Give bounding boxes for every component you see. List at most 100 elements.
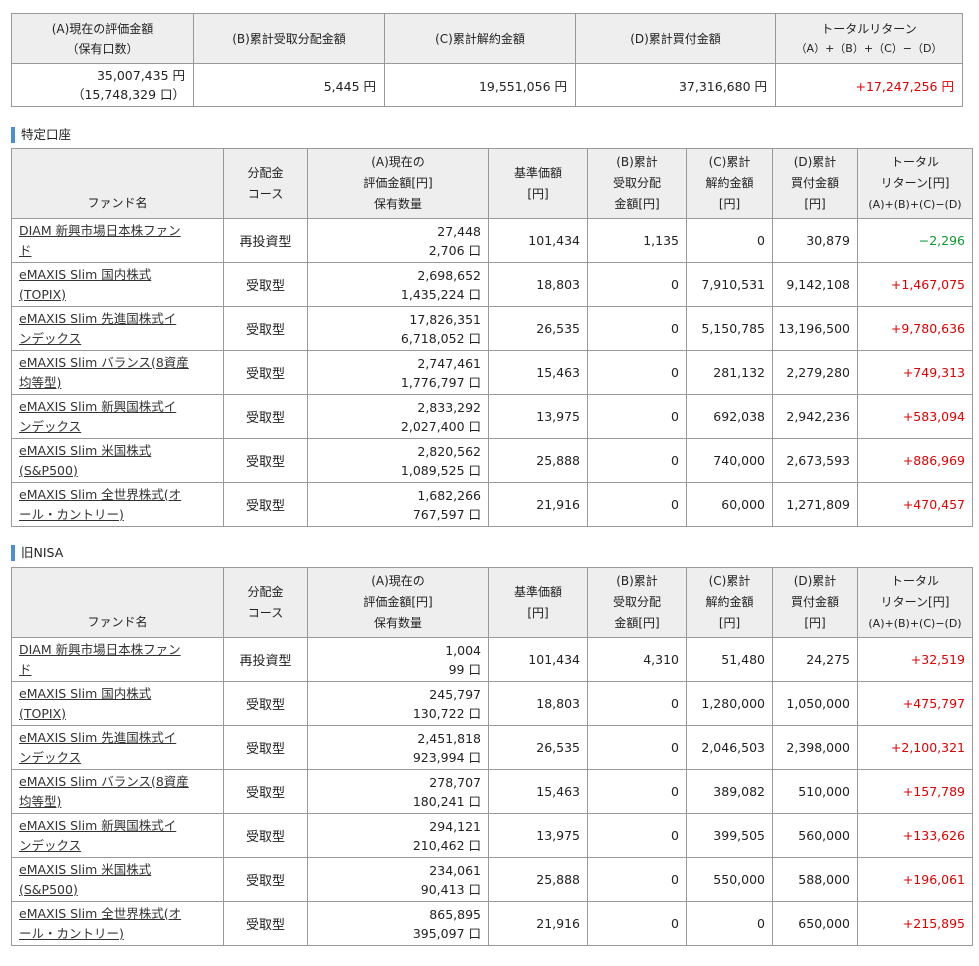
- valuation-amount: 17,826,351: [409, 311, 481, 327]
- summary-value-d: 37,316,680 円: [575, 63, 776, 107]
- cumulative-redemption: 0: [686, 901, 773, 946]
- fund-name-cell: eMAXIS Slim バランス(8資産 均等型): [11, 769, 224, 814]
- fund-name-link[interactable]: eMAXIS Slim 先進国株式イ ンデックス: [19, 309, 219, 349]
- header-a-a-line3: 保有数量: [373, 197, 422, 211]
- summary-value-b: 5,445 円: [193, 63, 385, 107]
- fund-name-link[interactable]: eMAXIS Slim 米国株式 (S&P500): [19, 860, 219, 900]
- cumulative-distribution: 0: [587, 482, 687, 527]
- table-row: DIAM 新興市場日本株ファンド再投資型 1,004 99 口 101,434 4,31…: [11, 637, 973, 682]
- fund-name-fund-line2: (TOPIX): [19, 286, 67, 302]
- fund-name-link[interactable]: eMAXIS Slim 新興国株式イ ンデックス: [19, 816, 219, 856]
- fund-name-fund-line2: ンデックス: [19, 749, 82, 765]
- cumulative-redemption: 5,150,785: [686, 306, 773, 351]
- summary-header-a-line1: (A)現在の評価金額: [51, 21, 154, 36]
- cumulative-distribution: 0: [587, 857, 687, 902]
- header-a: (A)現在の 評価金額[円] 保有数量: [307, 148, 489, 219]
- table-header-row: ファンド名 分配金 コース (A)現在の 評価金額[円] 保有数量 基準価額 [円] (B)累計…: [11, 148, 973, 219]
- fund-name-link[interactable]: DIAM 新興市場日本株ファンド: [19, 640, 219, 680]
- total-return: +215,895: [857, 901, 973, 946]
- distribution-course: 受取型: [223, 350, 308, 395]
- table-row: eMAXIS Slim 先進国株式イ ンデックス 受取型 2,451,818 923,9…: [11, 725, 973, 770]
- fund-name-link[interactable]: eMAXIS Slim 全世界株式(オ ール・カントリー): [19, 485, 219, 525]
- cumulative-purchase: 2,942,236: [772, 394, 858, 439]
- fund-name-fund-line1: eMAXIS Slim 先進国株式イ: [19, 729, 177, 745]
- header-a-a-line3: 保有数量: [373, 616, 422, 630]
- cumulative-distribution: 0: [587, 306, 687, 351]
- distribution-course: 受取型: [223, 438, 308, 483]
- fund-name-fund-line2: 均等型): [19, 374, 62, 390]
- cumulative-redemption: 51,480: [686, 637, 773, 682]
- summary-value-c: 19,551,056 円: [384, 63, 576, 107]
- nav-value: 25,888: [488, 438, 588, 483]
- valuation-amount: 2,833,292: [417, 399, 481, 415]
- cumulative-redemption: 389,082: [686, 769, 773, 814]
- fund-name-link[interactable]: eMAXIS Slim 国内株式 (TOPIX): [19, 684, 219, 724]
- valuation-amount: 27,448: [437, 223, 481, 239]
- nav-value: 25,888: [488, 857, 588, 902]
- header-b: (B)累計 受取分配 金額[円]: [587, 148, 687, 219]
- fund-name-fund-line1: eMAXIS Slim 米国株式: [19, 442, 152, 458]
- valuation-amount: 2,820,562: [417, 443, 481, 459]
- header-b-b-line1: (B)累計: [616, 155, 658, 169]
- summary-header-total-line2: （A）+（B）+（C）−（D）: [795, 41, 943, 55]
- header-c: (C)累計 解約金額 [円]: [686, 148, 773, 219]
- valuation-units: 1,776,797 口: [400, 374, 481, 390]
- valuation-cell: 2,820,562 1,089,525 口: [307, 438, 489, 483]
- distribution-course: 再投資型: [223, 218, 308, 263]
- fund-name-link[interactable]: eMAXIS Slim バランス(8資産 均等型): [19, 772, 219, 812]
- cumulative-redemption: 1,280,000: [686, 681, 773, 726]
- cumulative-redemption: 7,910,531: [686, 262, 773, 307]
- cumulative-distribution: 0: [587, 813, 687, 858]
- fund-name-fund-line1: eMAXIS Slim 新興国株式イ: [19, 398, 177, 414]
- distribution-course: 受取型: [223, 681, 308, 726]
- valuation-cell: 1,004 99 口: [307, 637, 489, 682]
- fund-name-cell: DIAM 新興市場日本株ファンド: [11, 218, 224, 263]
- header-nav-nav-line1: 基準価額: [513, 165, 562, 180]
- valuation-cell: 245,797 130,722 口: [307, 681, 489, 726]
- valuation-units: 923,994 口: [412, 749, 481, 765]
- fund-name-link[interactable]: eMAXIS Slim 米国株式 (S&P500): [19, 441, 219, 481]
- valuation-cell: 17,826,351 6,718,052 口: [307, 306, 489, 351]
- cumulative-redemption: 692,038: [686, 394, 773, 439]
- fund-name-cell: eMAXIS Slim 国内株式 (TOPIX): [11, 262, 224, 307]
- cumulative-redemption: 399,505: [686, 813, 773, 858]
- header-a-a-line2: 評価金額[円]: [363, 176, 433, 190]
- header-nav: 基準価額 [円]: [488, 567, 588, 638]
- cumulative-redemption: 0: [686, 218, 773, 263]
- header-course: 分配金 コース: [223, 567, 308, 638]
- cumulative-purchase: 30,879: [772, 218, 858, 263]
- valuation-amount: 2,747,461: [417, 355, 481, 371]
- summary-table: (A)現在の評価金額 （保有口数） (B)累計受取分配金額 (C)累計解約金額 …: [11, 13, 963, 107]
- valuation-units: 90,413 口: [420, 881, 481, 897]
- fund-name-link[interactable]: eMAXIS Slim 全世界株式(オ ール・カントリー): [19, 904, 219, 944]
- cumulative-redemption: 550,000: [686, 857, 773, 902]
- nav-value: 15,463: [488, 769, 588, 814]
- header-d: (D)累計 買付金額 [円]: [772, 148, 858, 219]
- fund-name-link[interactable]: eMAXIS Slim 先進国株式イ ンデックス: [19, 728, 219, 768]
- valuation-units: 1,089,525 口: [400, 462, 481, 478]
- fund-name-fund-line1: eMAXIS Slim 新興国株式イ: [19, 817, 177, 833]
- header-total: トータル リターン[円] (A)+(B)+(C)−(D): [857, 148, 973, 219]
- cumulative-redemption: 60,000: [686, 482, 773, 527]
- fund-name-link[interactable]: eMAXIS Slim バランス(8資産 均等型): [19, 353, 219, 393]
- cumulative-purchase: 1,271,809: [772, 482, 858, 527]
- distribution-course: 再投資型: [223, 637, 308, 682]
- valuation-cell: 2,833,292 2,027,400 口: [307, 394, 489, 439]
- header-d-d-line2: 買付金額: [790, 595, 839, 609]
- nav-value: 18,803: [488, 681, 588, 726]
- fund-name-link[interactable]: eMAXIS Slim 国内株式 (TOPIX): [19, 265, 219, 305]
- fund-name-link[interactable]: DIAM 新興市場日本株ファンド: [19, 221, 219, 261]
- total-return: +2,100,321: [857, 725, 973, 770]
- section-title-tokutei: 特定口座: [11, 127, 71, 143]
- summary-value-total: +17,247,256 円: [775, 63, 963, 107]
- fund-name-cell: eMAXIS Slim バランス(8資産 均等型): [11, 350, 224, 395]
- total-return: −2,296: [857, 218, 973, 263]
- fund-name-fund-line2: (S&P500): [19, 462, 78, 478]
- header-total-total-line2: リターン[円]: [880, 595, 950, 609]
- cumulative-purchase: 588,000: [772, 857, 858, 902]
- valuation-amount: 1,682,266: [417, 487, 481, 503]
- fund-name-cell: eMAXIS Slim 先進国株式イ ンデックス: [11, 306, 224, 351]
- table-row: eMAXIS Slim 米国株式 (S&P500) 受取型 2,820,562 1,08…: [11, 438, 973, 483]
- fund-name-link[interactable]: eMAXIS Slim 新興国株式イ ンデックス: [19, 397, 219, 437]
- distribution-course: 受取型: [223, 394, 308, 439]
